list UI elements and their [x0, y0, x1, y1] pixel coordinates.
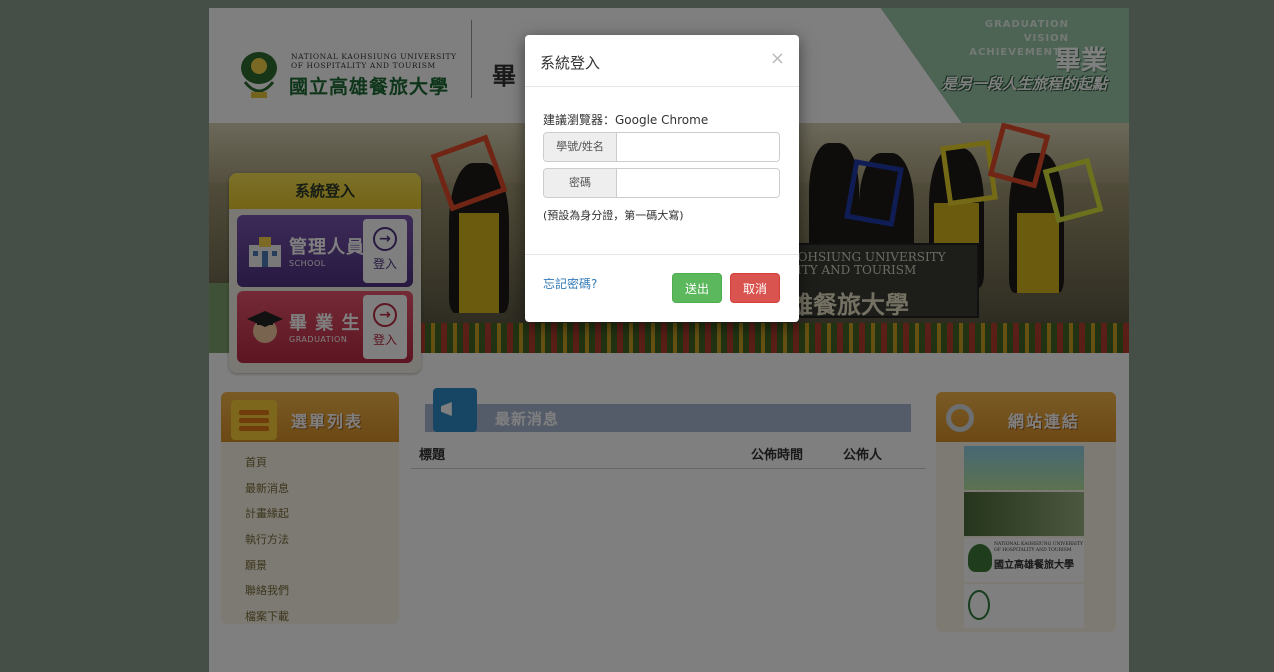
account-label: 學號/姓名 [544, 133, 617, 161]
submit-button[interactable]: 送出 [672, 273, 722, 303]
password-input-group: 密碼 [543, 168, 780, 198]
account-input[interactable] [617, 133, 779, 161]
password-label: 密碼 [544, 169, 617, 197]
browser-recommendation: 建議瀏覽器：Google Chrome [543, 113, 709, 127]
forgot-password-link[interactable]: 忘記密碼? [543, 275, 597, 292]
modal-body: 建議瀏覽器：Google Chrome 學號/姓名 密碼 (預設為身分證，第一碼… [525, 87, 799, 254]
close-icon[interactable]: × [770, 48, 785, 69]
modal-title: 系統登入 [540, 54, 601, 72]
password-hint: (預設為身分證，第一碼大寫) [543, 209, 684, 222]
account-input-group: 學號/姓名 [543, 132, 780, 162]
password-input[interactable] [617, 169, 779, 197]
modal-header: 系統登入 × [525, 35, 799, 87]
modal-footer: 忘記密碼? 送出 取消 [525, 254, 799, 322]
cancel-button[interactable]: 取消 [730, 273, 780, 303]
login-modal: 系統登入 × 建議瀏覽器：Google Chrome 學號/姓名 密碼 (預設為… [525, 35, 799, 322]
